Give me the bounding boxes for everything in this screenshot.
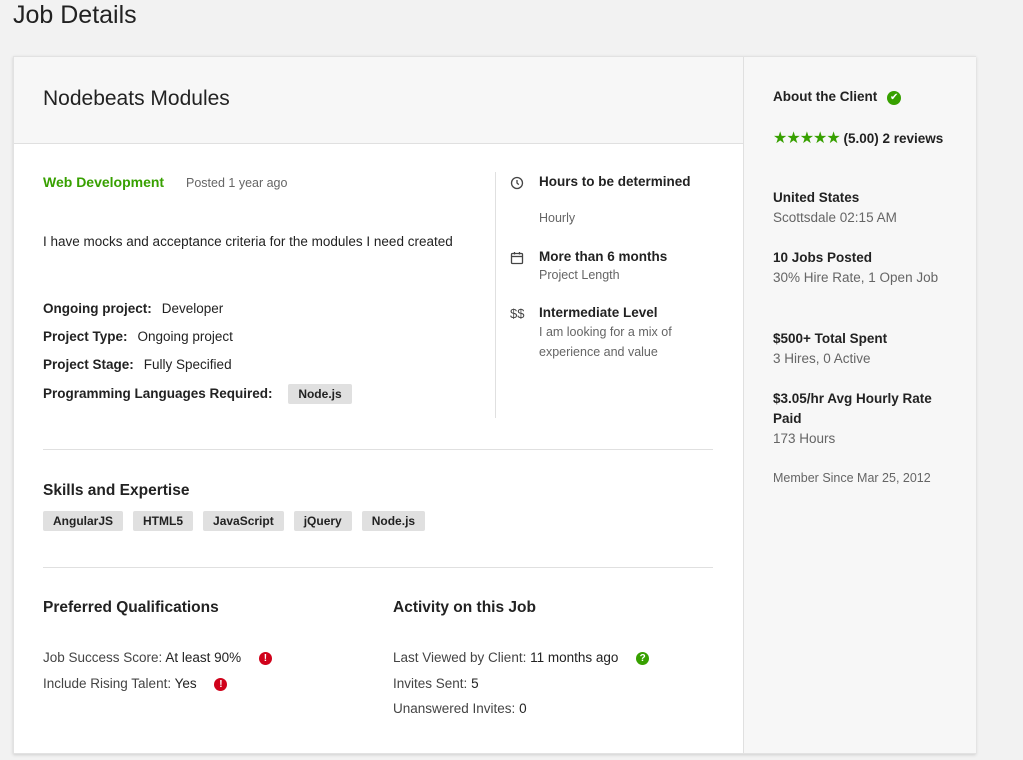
qualification-value: Yes [174, 676, 197, 691]
job-category-link[interactable]: Web Development [43, 174, 164, 190]
detail-label: Ongoing project: [43, 301, 152, 316]
client-jobs: 10 Jobs Posted 30% Hire Rate, 1 Open Job [773, 248, 963, 288]
summary-length-title: More than 6 months [539, 249, 668, 264]
client-total-spent: $500+ Total Spent [773, 331, 888, 346]
detail-label: Project Stage: [43, 357, 134, 372]
client-sidebar: About the Client ✔ ★★★★★ (5.00) 2 reviews… [743, 57, 976, 753]
section-divider [43, 567, 713, 568]
client-hours: 173 Hours [773, 431, 836, 446]
posted-time: Posted 1 year ago [186, 176, 288, 190]
skill-tag[interactable]: jQuery [293, 511, 352, 531]
alert-icon[interactable]: ! [214, 677, 228, 691]
language-tag[interactable]: Node.js [288, 384, 352, 404]
activity-unanswered-invites: Unanswered Invites: 0 [393, 701, 527, 716]
skill-tag[interactable]: AngularJS [43, 511, 124, 531]
section-divider [43, 449, 713, 450]
summary-level-title: Intermediate Level [539, 305, 658, 320]
about-client-heading: About the Client ✔ [773, 89, 902, 105]
qualifications-heading: Preferred Qualifications [43, 599, 219, 616]
dollar-icon: $$ [510, 306, 525, 321]
alert-icon[interactable]: ! [258, 651, 272, 665]
calendar-icon [510, 251, 524, 265]
activity-value: 11 months ago [530, 650, 619, 665]
activity-label: Last Viewed by Client: [393, 650, 527, 665]
activity-invites-sent: Invites Sent: 5 [393, 676, 479, 691]
detail-languages: Programming Languages Required: Node.js [43, 384, 352, 404]
client-avg-rate: $3.05/hr Avg Hourly Rate Paid [773, 391, 932, 426]
qualification-value: At least 90% [165, 650, 242, 665]
qualification-label: Include Rising Talent: [43, 676, 172, 691]
client-hire-rate: 30% Hire Rate, 1 Open Job [773, 270, 939, 285]
activity-label: Unanswered Invites: [393, 701, 516, 716]
qualification-rising-talent: Include Rising Talent: Yes ! [43, 676, 228, 691]
summary-level-sub: I am looking for a mix of experience and… [539, 325, 672, 359]
client-location: United States Scottsdale 02:15 AM [773, 188, 963, 228]
page-title: Job Details [13, 1, 137, 29]
activity-value: 0 [519, 701, 527, 716]
job-description: I have mocks and acceptance criteria for… [43, 234, 453, 249]
detail-label: Programming Languages Required: [43, 386, 273, 401]
client-rating: ★★★★★ (5.00) 2 reviews [773, 129, 953, 149]
clock-icon [510, 176, 524, 190]
client-country: United States [773, 190, 860, 205]
activity-label: Invites Sent: [393, 676, 468, 691]
client-hires: 3 Hires, 0 Active [773, 351, 871, 366]
activity-last-viewed: Last Viewed by Client: 11 months ago ? [393, 650, 650, 665]
vertical-divider [495, 172, 496, 418]
summary-hours-sub: Hourly [539, 211, 576, 225]
rating-text: (5.00) 2 reviews [843, 131, 944, 146]
job-header: Nodebeats Modules [14, 57, 743, 144]
skill-tag[interactable]: JavaScript [203, 511, 284, 531]
summary-hours-title: Hours to be determined [539, 174, 691, 189]
job-details-card: Nodebeats Modules Web Development Posted… [13, 56, 976, 754]
detail-value: Ongoing project [137, 329, 233, 344]
skill-tag[interactable]: HTML5 [133, 511, 194, 531]
job-title: Nodebeats Modules [43, 87, 230, 110]
detail-value: Fully Specified [143, 357, 232, 372]
detail-ongoing-project: Ongoing project: Developer [43, 301, 223, 316]
client-jobs-posted: 10 Jobs Posted [773, 250, 873, 265]
activity-heading: Activity on this Job [393, 599, 536, 616]
detail-project-type: Project Type: Ongoing project [43, 329, 233, 344]
qualification-label: Job Success Score: [43, 650, 163, 665]
client-rate: $3.05/hr Avg Hourly Rate Paid 173 Hours [773, 389, 963, 449]
skills-heading: Skills and Expertise [43, 482, 190, 499]
about-client-label: About the Client [773, 89, 878, 104]
job-main-panel: Nodebeats Modules Web Development Posted… [14, 57, 743, 753]
star-rating-icon: ★★★★★ [773, 130, 841, 147]
summary-length-sub: Project Length [539, 268, 620, 282]
client-local-time: Scottsdale 02:15 AM [773, 210, 897, 225]
skill-tag[interactable]: Node.js [361, 511, 426, 531]
detail-project-stage: Project Stage: Fully Specified [43, 357, 232, 372]
skills-tags: AngularJS HTML5 JavaScript jQuery Node.js [43, 511, 435, 531]
qualification-job-success: Job Success Score: At least 90% ! [43, 650, 272, 665]
member-since: Member Since Mar 25, 2012 [773, 471, 931, 485]
verified-check-icon: ✔ [887, 91, 902, 105]
detail-value: Developer [161, 301, 224, 316]
client-spend: $500+ Total Spent 3 Hires, 0 Active [773, 329, 963, 369]
help-icon[interactable]: ? [636, 651, 650, 665]
detail-label: Project Type: [43, 329, 128, 344]
activity-value: 5 [471, 676, 479, 691]
